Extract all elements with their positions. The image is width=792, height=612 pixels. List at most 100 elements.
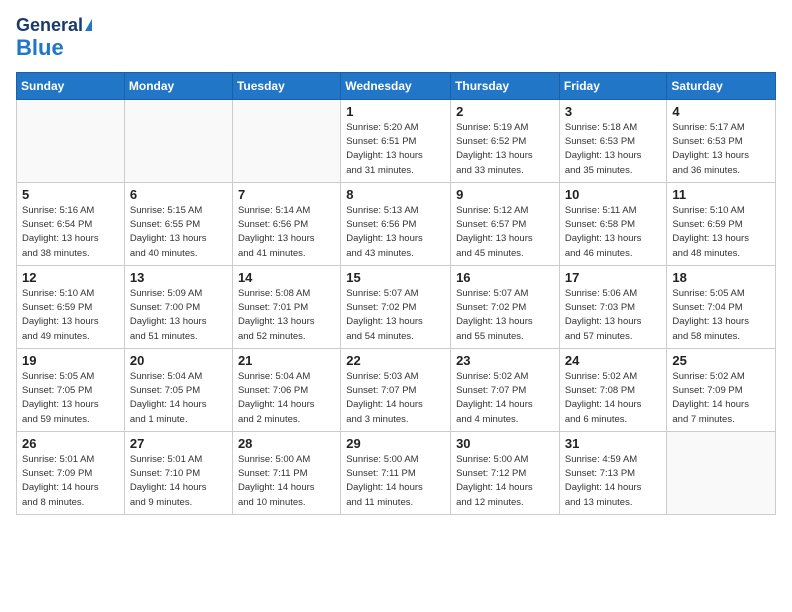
calendar-day-23: 23 Sunrise: 5:02 AM Sunset: 7:07 PM Dayli… xyxy=(451,348,560,431)
calendar-day-24: 24 Sunrise: 5:02 AM Sunset: 7:08 PM Dayli… xyxy=(559,348,667,431)
day-number: 30 xyxy=(456,436,554,451)
logo: General Blue xyxy=(16,16,92,60)
calendar-day-empty xyxy=(17,99,125,182)
calendar-week-row: 12 Sunrise: 5:10 AM Sunset: 6:59 PM Dayli… xyxy=(17,265,776,348)
calendar-day-31: 31 Sunrise: 4:59 AM Sunset: 7:13 PM Dayli… xyxy=(559,431,667,514)
calendar-day-empty xyxy=(124,99,232,182)
calendar-day-6: 6 Sunrise: 5:15 AM Sunset: 6:55 PM Daylig… xyxy=(124,182,232,265)
day-number: 9 xyxy=(456,187,554,202)
day-number: 5 xyxy=(22,187,119,202)
day-number: 18 xyxy=(672,270,770,285)
day-number: 14 xyxy=(238,270,335,285)
day-number: 2 xyxy=(456,104,554,119)
day-info: Sunrise: 5:20 AM Sunset: 6:51 PM Dayligh… xyxy=(346,121,445,178)
day-number: 1 xyxy=(346,104,445,119)
day-number: 23 xyxy=(456,353,554,368)
column-header-monday: Monday xyxy=(124,72,232,99)
calendar-day-14: 14 Sunrise: 5:08 AM Sunset: 7:01 PM Dayli… xyxy=(232,265,340,348)
day-info: Sunrise: 5:02 AM Sunset: 7:09 PM Dayligh… xyxy=(672,370,770,427)
calendar-week-row: 5 Sunrise: 5:16 AM Sunset: 6:54 PM Daylig… xyxy=(17,182,776,265)
calendar-day-7: 7 Sunrise: 5:14 AM Sunset: 6:56 PM Daylig… xyxy=(232,182,340,265)
day-info: Sunrise: 5:01 AM Sunset: 7:10 PM Dayligh… xyxy=(130,453,227,510)
column-header-thursday: Thursday xyxy=(451,72,560,99)
column-header-tuesday: Tuesday xyxy=(232,72,340,99)
calendar-week-row: 1 Sunrise: 5:20 AM Sunset: 6:51 PM Daylig… xyxy=(17,99,776,182)
day-number: 3 xyxy=(565,104,662,119)
day-info: Sunrise: 5:09 AM Sunset: 7:00 PM Dayligh… xyxy=(130,287,227,344)
calendar-day-12: 12 Sunrise: 5:10 AM Sunset: 6:59 PM Dayli… xyxy=(17,265,125,348)
calendar-day-30: 30 Sunrise: 5:00 AM Sunset: 7:12 PM Dayli… xyxy=(451,431,560,514)
calendar-day-4: 4 Sunrise: 5:17 AM Sunset: 6:53 PM Daylig… xyxy=(667,99,776,182)
page-header: General Blue xyxy=(16,16,776,60)
day-number: 25 xyxy=(672,353,770,368)
day-info: Sunrise: 5:13 AM Sunset: 6:56 PM Dayligh… xyxy=(346,204,445,261)
column-header-saturday: Saturday xyxy=(667,72,776,99)
column-header-wednesday: Wednesday xyxy=(341,72,451,99)
day-info: Sunrise: 5:03 AM Sunset: 7:07 PM Dayligh… xyxy=(346,370,445,427)
day-number: 13 xyxy=(130,270,227,285)
calendar-day-28: 28 Sunrise: 5:00 AM Sunset: 7:11 PM Dayli… xyxy=(232,431,340,514)
calendar-header-row: SundayMondayTuesdayWednesdayThursdayFrid… xyxy=(17,72,776,99)
day-info: Sunrise: 5:19 AM Sunset: 6:52 PM Dayligh… xyxy=(456,121,554,178)
day-info: Sunrise: 5:18 AM Sunset: 6:53 PM Dayligh… xyxy=(565,121,662,178)
day-info: Sunrise: 5:00 AM Sunset: 7:11 PM Dayligh… xyxy=(238,453,335,510)
day-number: 29 xyxy=(346,436,445,451)
day-info: Sunrise: 5:16 AM Sunset: 6:54 PM Dayligh… xyxy=(22,204,119,261)
calendar-day-3: 3 Sunrise: 5:18 AM Sunset: 6:53 PM Daylig… xyxy=(559,99,667,182)
calendar-day-1: 1 Sunrise: 5:20 AM Sunset: 6:51 PM Daylig… xyxy=(341,99,451,182)
day-info: Sunrise: 5:00 AM Sunset: 7:12 PM Dayligh… xyxy=(456,453,554,510)
day-number: 6 xyxy=(130,187,227,202)
calendar-day-empty xyxy=(667,431,776,514)
calendar-day-26: 26Sunrise: 5:01 AM Sunset: 7:09 PM Dayli… xyxy=(17,431,125,514)
logo-blue: Blue xyxy=(16,36,92,60)
day-number: 28 xyxy=(238,436,335,451)
calendar-day-25: 25 Sunrise: 5:02 AM Sunset: 7:09 PM Dayli… xyxy=(667,348,776,431)
day-number: 24 xyxy=(565,353,662,368)
day-info: Sunrise: 5:10 AM Sunset: 6:59 PM Dayligh… xyxy=(22,287,119,344)
day-info: Sunrise: 5:17 AM Sunset: 6:53 PM Dayligh… xyxy=(672,121,770,178)
day-number: 8 xyxy=(346,187,445,202)
day-number: 10 xyxy=(565,187,662,202)
day-number: 4 xyxy=(672,104,770,119)
calendar-day-19: 19Sunrise: 5:05 AM Sunset: 7:05 PM Dayli… xyxy=(17,348,125,431)
day-info: Sunrise: 4:59 AM Sunset: 7:13 PM Dayligh… xyxy=(565,453,662,510)
day-number: 11 xyxy=(672,187,770,202)
calendar-day-20: 20Sunrise: 5:04 AM Sunset: 7:05 PM Dayli… xyxy=(124,348,232,431)
day-number: 21 xyxy=(238,353,335,368)
day-info: Sunrise: 5:07 AM Sunset: 7:02 PM Dayligh… xyxy=(346,287,445,344)
calendar-day-16: 16 Sunrise: 5:07 AM Sunset: 7:02 PM Dayli… xyxy=(451,265,560,348)
day-info: Sunrise: 5:08 AM Sunset: 7:01 PM Dayligh… xyxy=(238,287,335,344)
day-number: 22 xyxy=(346,353,445,368)
calendar-day-5: 5 Sunrise: 5:16 AM Sunset: 6:54 PM Daylig… xyxy=(17,182,125,265)
day-number: 31 xyxy=(565,436,662,451)
day-number: 7 xyxy=(238,187,335,202)
day-number: 12 xyxy=(22,270,119,285)
day-number: 16 xyxy=(456,270,554,285)
calendar-day-13: 13 Sunrise: 5:09 AM Sunset: 7:00 PM Dayli… xyxy=(124,265,232,348)
day-info: Sunrise: 5:04 AM Sunset: 7:05 PM Dayligh… xyxy=(130,370,227,427)
calendar-day-9: 9 Sunrise: 5:12 AM Sunset: 6:57 PM Daylig… xyxy=(451,182,560,265)
day-number: 26 xyxy=(22,436,119,451)
calendar-day-21: 21 Sunrise: 5:04 AM Sunset: 7:06 PM Dayli… xyxy=(232,348,340,431)
day-info: Sunrise: 5:07 AM Sunset: 7:02 PM Dayligh… xyxy=(456,287,554,344)
day-info: Sunrise: 5:10 AM Sunset: 6:59 PM Dayligh… xyxy=(672,204,770,261)
calendar-day-2: 2 Sunrise: 5:19 AM Sunset: 6:52 PM Daylig… xyxy=(451,99,560,182)
day-info: Sunrise: 5:04 AM Sunset: 7:06 PM Dayligh… xyxy=(238,370,335,427)
calendar-day-empty xyxy=(232,99,340,182)
day-info: Sunrise: 5:12 AM Sunset: 6:57 PM Dayligh… xyxy=(456,204,554,261)
day-info: Sunrise: 5:05 AM Sunset: 7:05 PM Dayligh… xyxy=(22,370,119,427)
calendar-day-22: 22 Sunrise: 5:03 AM Sunset: 7:07 PM Dayli… xyxy=(341,348,451,431)
calendar-day-15: 15 Sunrise: 5:07 AM Sunset: 7:02 PM Dayli… xyxy=(341,265,451,348)
day-number: 27 xyxy=(130,436,227,451)
calendar-table: SundayMondayTuesdayWednesdayThursdayFrid… xyxy=(16,72,776,515)
calendar-day-17: 17Sunrise: 5:06 AM Sunset: 7:03 PM Dayli… xyxy=(559,265,667,348)
logo-general: General xyxy=(16,16,92,36)
day-info: Sunrise: 5:06 AM Sunset: 7:03 PM Dayligh… xyxy=(565,287,662,344)
day-number: 15 xyxy=(346,270,445,285)
day-info: Sunrise: 5:15 AM Sunset: 6:55 PM Dayligh… xyxy=(130,204,227,261)
calendar-week-row: 26Sunrise: 5:01 AM Sunset: 7:09 PM Dayli… xyxy=(17,431,776,514)
day-info: Sunrise: 5:02 AM Sunset: 7:07 PM Dayligh… xyxy=(456,370,554,427)
day-info: Sunrise: 5:14 AM Sunset: 6:56 PM Dayligh… xyxy=(238,204,335,261)
day-info: Sunrise: 5:02 AM Sunset: 7:08 PM Dayligh… xyxy=(565,370,662,427)
day-info: Sunrise: 5:11 AM Sunset: 6:58 PM Dayligh… xyxy=(565,204,662,261)
